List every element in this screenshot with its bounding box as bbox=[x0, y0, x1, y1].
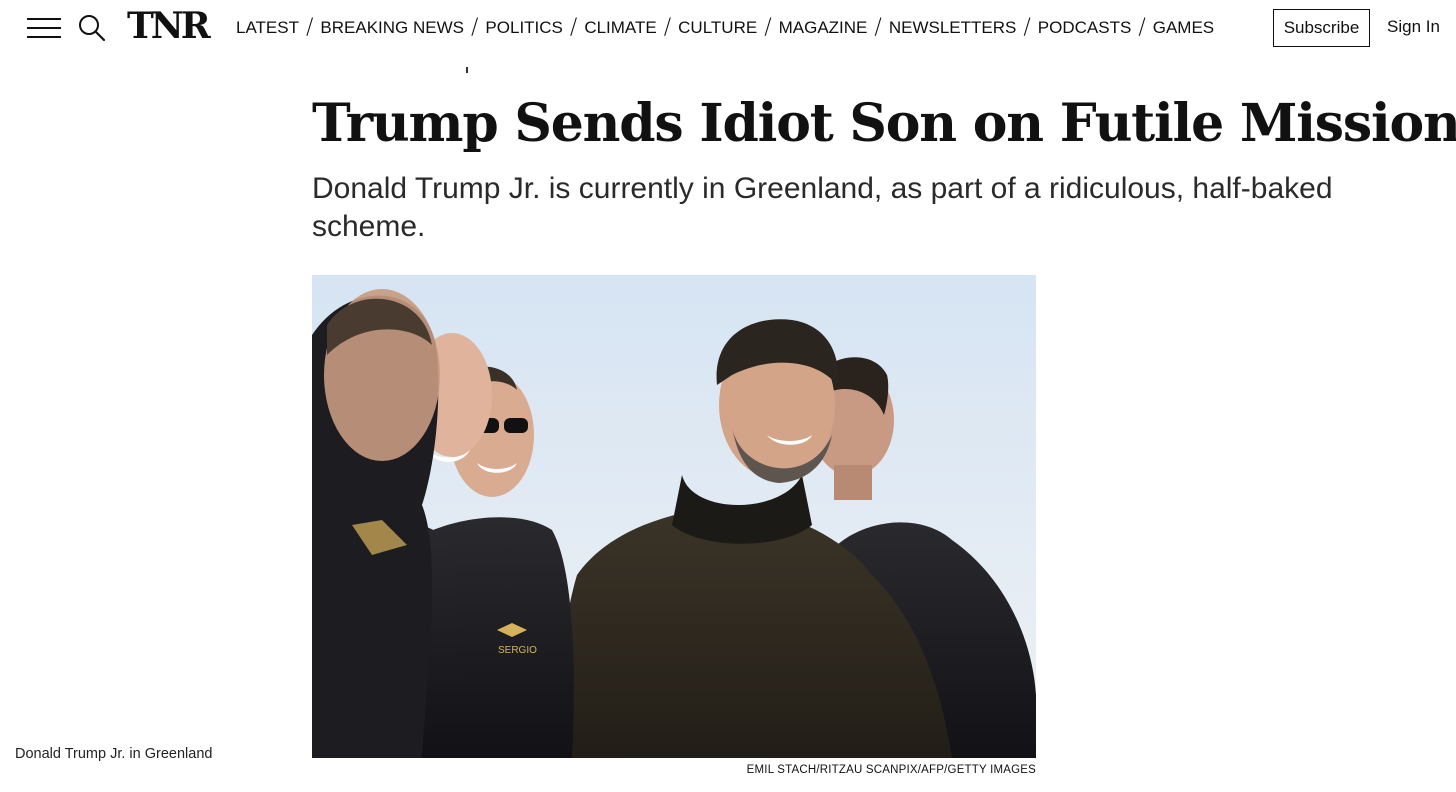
divider-mark bbox=[466, 67, 468, 73]
site-logo[interactable]: TNR bbox=[127, 6, 211, 46]
photo-caption: Donald Trump Jr. in Greenland bbox=[15, 746, 213, 762]
sign-in-link[interactable]: Sign In bbox=[1387, 17, 1440, 37]
photo-illustration: SERGIO bbox=[312, 275, 1036, 758]
nav-separator: / bbox=[305, 15, 314, 40]
nav-separator: / bbox=[874, 15, 882, 40]
nav-separator: / bbox=[1023, 15, 1031, 40]
nav-separator: / bbox=[1138, 15, 1146, 40]
nav-latest[interactable]: LATEST bbox=[236, 18, 299, 38]
nav-climate[interactable]: CLIMATE bbox=[584, 18, 656, 38]
nav-games[interactable]: GAMES bbox=[1153, 18, 1214, 38]
nav-podcasts[interactable]: PODCASTS bbox=[1038, 18, 1132, 38]
menu-icon[interactable] bbox=[27, 17, 61, 39]
main-nav: LATEST / BREAKING NEWS / POLITICS / CLIM… bbox=[236, 16, 1214, 40]
nav-separator: / bbox=[471, 15, 479, 40]
nav-separator: / bbox=[569, 15, 578, 40]
search-icon[interactable] bbox=[76, 12, 108, 44]
article-dek: Donald Trump Jr. is currently in Greenla… bbox=[312, 172, 1333, 243]
nav-culture[interactable]: CULTURE bbox=[678, 18, 757, 38]
site-header: TNR LATEST / BREAKING NEWS / POLITICS / … bbox=[0, 0, 1456, 56]
nav-politics[interactable]: POLITICS bbox=[485, 18, 562, 38]
article-photo: SERGIO bbox=[312, 275, 1036, 758]
nav-magazine[interactable]: MAGAZINE bbox=[779, 18, 868, 38]
photo-credit: EMIL STACH/RITZAU SCANPIX/AFP/GETTY IMAG… bbox=[746, 764, 1036, 776]
svg-text:SERGIO: SERGIO bbox=[498, 645, 537, 656]
nav-separator: / bbox=[764, 15, 772, 40]
article-headline: Trump Sends Idiot Son on Futile Mission bbox=[312, 93, 1456, 154]
nav-breaking-news[interactable]: BREAKING NEWS bbox=[320, 18, 464, 38]
subscribe-button[interactable]: Subscribe bbox=[1273, 9, 1370, 47]
nav-separator: / bbox=[663, 15, 672, 40]
nav-newsletters[interactable]: NEWSLETTERS bbox=[889, 18, 1017, 38]
